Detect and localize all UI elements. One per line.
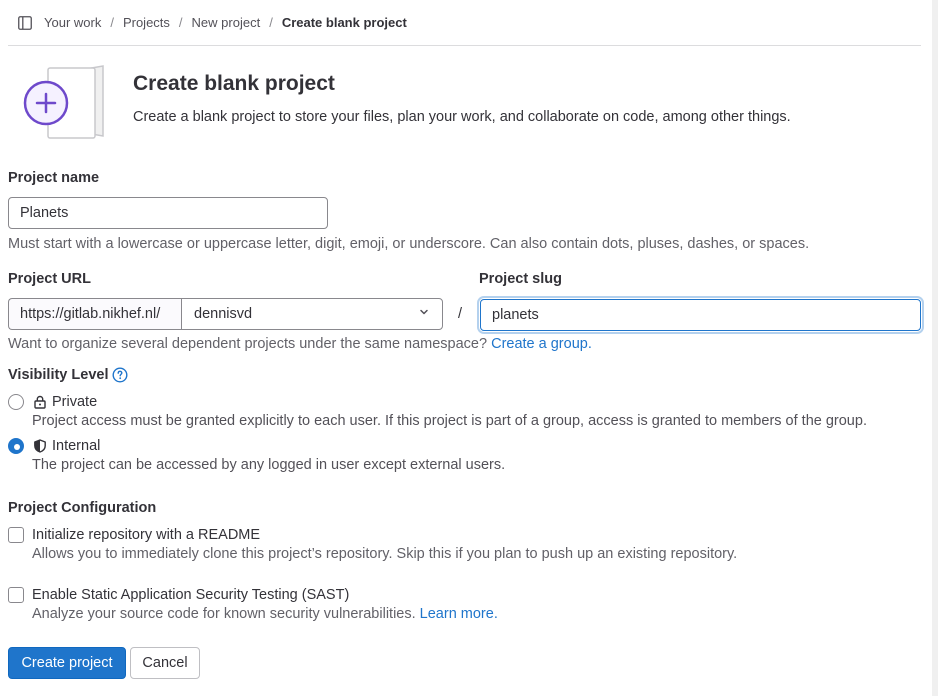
visibility-private-label: Private	[52, 394, 98, 410]
chevron-down-icon	[418, 306, 430, 322]
visibility-internal-label: Internal	[52, 438, 101, 454]
project-url-label: Project URL	[8, 271, 91, 287]
scrollbar[interactable]	[932, 0, 938, 696]
readme-checkbox[interactable]	[8, 527, 24, 543]
breadcrumb-separator: /	[178, 15, 183, 30]
visibility-internal-description: The project can be accessed by any logge…	[32, 457, 506, 473]
sast-checkbox[interactable]	[8, 587, 24, 603]
breadcrumb-new-project[interactable]: New project	[192, 15, 261, 30]
breadcrumb-separator: /	[269, 15, 273, 30]
readme-description: Allows you to immediately clone this pro…	[32, 546, 738, 562]
namespace-select-value: dennisvd	[194, 306, 253, 322]
sast-option[interactable]: Enable Static Application Security Testi…	[8, 587, 349, 603]
url-slug-separator: /	[458, 306, 463, 322]
page-description: Create a blank project to store your fil…	[133, 109, 791, 125]
project-name-label: Project name	[8, 170, 100, 186]
breadcrumb-current: Create blank project	[281, 15, 407, 30]
sast-description: Analyze your source code for known secur…	[32, 606, 416, 622]
visibility-option-private[interactable]: Private	[8, 394, 97, 410]
create-project-button[interactable]: Create project	[8, 647, 126, 679]
sidebar-toggle-icon[interactable]	[17, 15, 33, 31]
page-title: Create blank project	[133, 72, 335, 95]
readme-label: Initialize repository with a README	[32, 527, 261, 543]
blank-project-illustration	[22, 62, 106, 144]
project-slug-label: Project slug	[479, 271, 562, 287]
namespace-select[interactable]: dennisvd	[181, 298, 443, 330]
breadcrumb-your-work[interactable]: Your work	[44, 15, 101, 30]
project-configuration-label: Project Configuration	[8, 500, 157, 516]
breadcrumb-separator: /	[110, 15, 114, 30]
group-hint: Want to organize several dependent proje…	[8, 336, 592, 352]
group-hint-text: Want to organize several dependent proje…	[8, 336, 488, 352]
visibility-label: Visibility Level	[8, 367, 128, 383]
lock-icon	[32, 394, 48, 410]
project-name-help: Must start with a lowercase or uppercase…	[8, 236, 810, 252]
visibility-label-text: Visibility Level	[8, 367, 109, 383]
visibility-private-radio[interactable]	[8, 394, 24, 410]
breadcrumb: Your work / Projects / New project / Cre…	[8, 0, 921, 46]
project-url-group: https://gitlab.nikhef.nl/ dennisvd	[8, 298, 443, 330]
cancel-button[interactable]: Cancel	[130, 647, 200, 679]
sast-help: Analyze your source code for known secur…	[32, 606, 498, 622]
visibility-internal-radio[interactable]	[8, 438, 24, 454]
project-slug-input[interactable]	[480, 299, 921, 331]
shield-icon	[32, 438, 48, 454]
visibility-private-description: Project access must be granted explicitl…	[32, 413, 867, 429]
project-url-prefix: https://gitlab.nikhef.nl/	[8, 298, 181, 330]
project-name-input[interactable]	[8, 197, 328, 229]
sast-label: Enable Static Application Security Testi…	[32, 587, 350, 603]
readme-option[interactable]: Initialize repository with a README	[8, 527, 260, 543]
breadcrumb-projects[interactable]: Projects	[123, 15, 170, 30]
question-circle-icon[interactable]	[112, 367, 128, 383]
visibility-option-internal[interactable]: Internal	[8, 438, 100, 454]
sast-learn-more-link[interactable]: Learn more.	[420, 606, 498, 622]
create-group-link[interactable]: Create a group.	[491, 336, 592, 352]
